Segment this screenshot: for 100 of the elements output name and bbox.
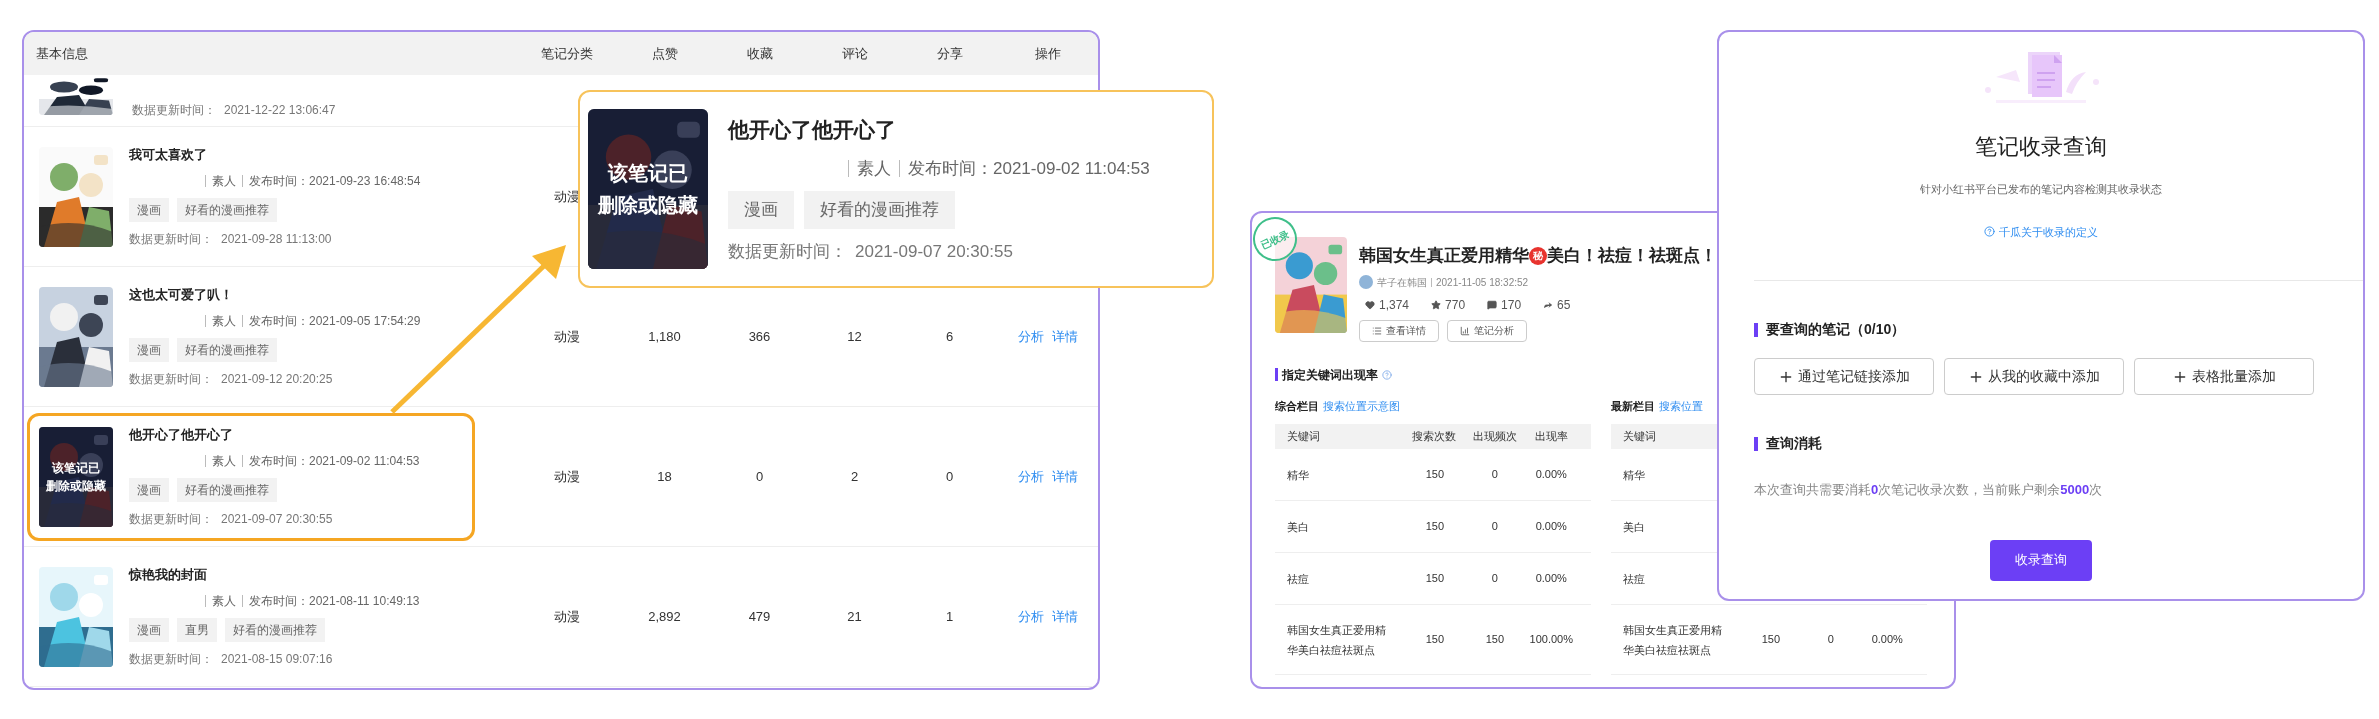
stat-value: 18 [657, 467, 672, 486]
stat-value: 0 [755, 467, 764, 486]
stat-value: 2,892 [648, 607, 681, 626]
search-position-link[interactable]: 搜索位置 [1659, 397, 1703, 414]
add-notes-button[interactable]: 从我的收藏中添加 [1944, 358, 2124, 395]
stat-value: 12 [847, 327, 862, 346]
stat-value: 1 [945, 607, 954, 626]
update-time: 数据更新时间： 2021-09-07 20:30:55 [728, 240, 1014, 263]
table-cell-text: 0 [1490, 519, 1499, 535]
table-cell-text: 150 [1760, 632, 1781, 648]
update-time: 数据更新时间： 2021-08-15 09:07:16 [129, 651, 334, 669]
update-time: 数据更新时间： 2021-09-28 11:13:00 [129, 231, 333, 249]
table-cell-text: 美白 [1287, 519, 1310, 535]
panel-subtitle: 针对小红书平台已发布的笔记内容检测其收录状态 [1919, 182, 2163, 197]
note-title: 他开心了他开心了 [728, 117, 897, 143]
help-link[interactable]: 千瓜关于收录的定义 [1984, 223, 2098, 240]
category: 动漫 [554, 467, 580, 486]
comments-icon [1487, 299, 1498, 310]
stat-count: 1,374 [1379, 296, 1410, 314]
note-action-button[interactable]: 笔记分析 [1447, 319, 1527, 342]
stat-value: 6 [945, 327, 954, 346]
column-header: 关键词 [1623, 429, 1657, 445]
stat-count: 770 [1445, 296, 1466, 314]
column-header: 笔记分类 [541, 44, 593, 63]
action-link[interactable]: 分析 [1017, 466, 1044, 487]
deleted-notice: 该笔记已 删除或隐藏 [598, 161, 698, 218]
tag: 好看的漫画推荐 [804, 191, 955, 229]
table-cell-text: 150 [1424, 467, 1445, 483]
submit-button[interactable]: 收录查询 [1990, 539, 2092, 581]
stat-count: 170 [1501, 296, 1522, 314]
stat-count: 65 [1557, 296, 1571, 314]
author-type: 素人 [212, 313, 236, 331]
column-header: 分享 [936, 44, 963, 63]
table-title: 综合栏目 [1275, 398, 1319, 414]
author-type: 素人 [857, 157, 891, 180]
stat-value: 21 [847, 607, 862, 626]
tag: 漫画 [129, 198, 169, 223]
table-cell-text: 精华 [1623, 467, 1646, 483]
likes-icon [1365, 299, 1375, 310]
shares-icon [1543, 299, 1554, 310]
table-cell-text: 精华 [1287, 467, 1310, 483]
action-link[interactable]: 详情 [1051, 326, 1078, 347]
table-cell-text: 0.00% [1534, 467, 1568, 483]
publish-time: 发布时间：2021-09-05 17:54:29 [249, 313, 421, 331]
secret-badge: 秘 [1529, 246, 1547, 265]
author-type: 素人 [212, 173, 236, 191]
publish-time: 发布时间：2021-08-11 10:49:13 [249, 593, 420, 611]
category: 动漫 [554, 327, 580, 346]
author-type: 素人 [212, 453, 236, 471]
add-notes-button[interactable]: 通过笔记链接添加 [1754, 358, 1934, 395]
stat-value: 0 [945, 467, 954, 486]
table-cell-text: 150 [1424, 519, 1445, 535]
note-title: 他开心了他开心了 [129, 425, 234, 444]
cost-description: 本次查询共需要消耗0次笔记收录次数，当前账户剩余5000次 [1754, 481, 2104, 499]
tag: 好看的漫画推荐 [225, 618, 325, 643]
panel-title: 笔记收录查询 [1974, 133, 2108, 161]
action-link[interactable]: 分析 [1017, 326, 1044, 347]
help-icon[interactable] [1382, 369, 1392, 380]
section-title: 查询消耗 [1766, 434, 1822, 453]
section-title: 指定关键词出现率 [1282, 366, 1378, 384]
avatar [1359, 275, 1373, 289]
category: 动漫 [554, 607, 580, 626]
author-name: 芊子在韩国 [1377, 275, 1427, 290]
note-title: 美白！祛痘！祛斑点！ [1547, 245, 1717, 267]
action-link[interactable]: 详情 [1051, 606, 1078, 627]
column-header: 收藏 [746, 44, 773, 63]
help-icon [1984, 226, 1995, 238]
note-title: 韩国女生真正爱用精华 [1359, 245, 1529, 267]
action-link[interactable]: 详情 [1051, 466, 1078, 487]
column-header: 点赞 [651, 44, 678, 63]
publish-time: 发布时间：2021-09-02 11:04:53 [908, 157, 1150, 180]
note-title: 这也太可爱了叭！ [129, 285, 234, 304]
tag: 漫画 [129, 338, 169, 363]
update-time: 数据更新时间： 2021-12-22 13:06:47 [132, 102, 336, 119]
table-cell-text: 0 [1826, 632, 1835, 648]
column-header: 出现频次 [1471, 429, 1518, 445]
list-icon [1372, 325, 1382, 336]
deleted-notice: 该笔记已 删除或隐藏 [46, 459, 106, 495]
tag: 好看的漫画推荐 [177, 478, 277, 503]
search-position-link[interactable]: 搜索位置示意图 [1323, 397, 1400, 414]
collects-icon [1431, 299, 1442, 310]
tag: 直男 [177, 618, 217, 643]
publish-time: 发布时间：2021-09-02 11:04:53 [249, 453, 420, 471]
add-notes-button[interactable]: 表格批量添加 [2134, 358, 2314, 395]
table-cell-text: 韩国女生真正爱用精华美白祛痘祛斑点 [1623, 622, 1723, 658]
tag: 好看的漫画推荐 [177, 198, 277, 223]
action-link[interactable]: 分析 [1017, 606, 1044, 627]
table-cell-text: 100.00% [1528, 632, 1574, 648]
table-cell-text: 祛痘 [1623, 571, 1646, 587]
table-cell-text: 150 [1424, 571, 1445, 587]
table-cell-text: 0.00% [1534, 519, 1568, 535]
tag: 漫画 [129, 478, 169, 503]
publish-time: 发布时间：2021-09-23 16:48:54 [249, 173, 421, 191]
note-action-button[interactable]: 查看详情 [1359, 319, 1439, 342]
stat-value: 1,180 [648, 327, 681, 346]
stat-value: 2 [850, 467, 859, 486]
note-title: 惊艳我的封面 [129, 565, 208, 584]
tag: 漫画 [728, 191, 794, 229]
stat-value: 366 [748, 327, 771, 346]
tag: 好看的漫画推荐 [177, 338, 277, 363]
